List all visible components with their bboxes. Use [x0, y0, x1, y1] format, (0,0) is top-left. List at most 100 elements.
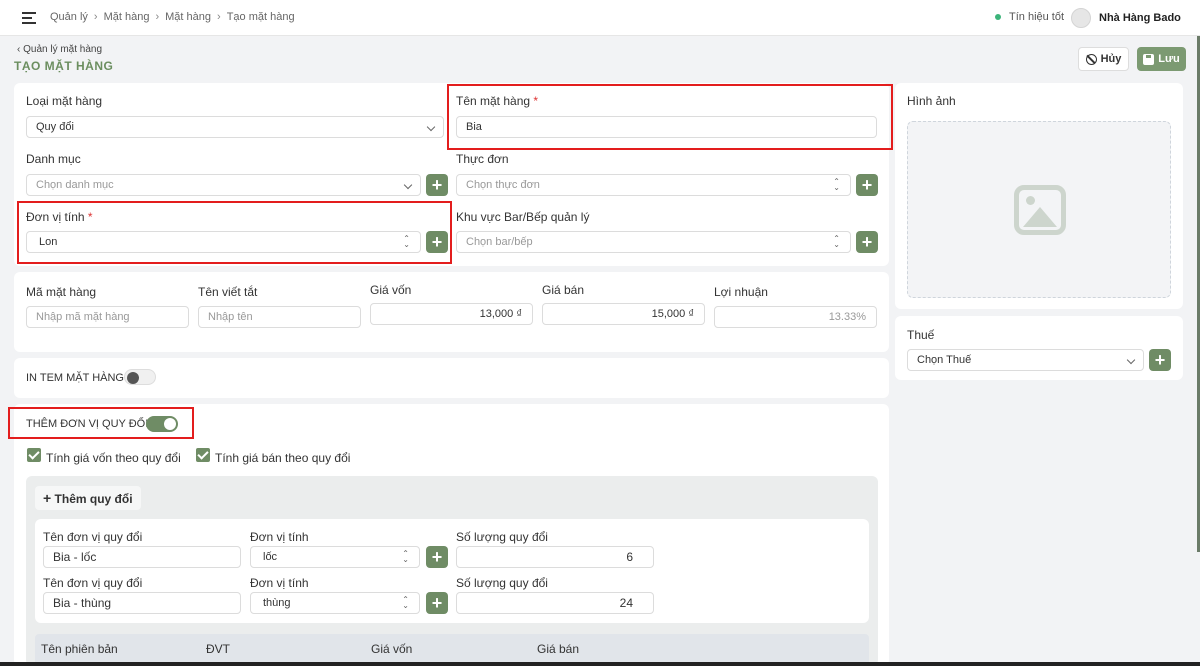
top-bar: Quản lý › Mặt hàng › Mặt hàng › Tạo mặt …	[0, 0, 1200, 36]
menu-select[interactable]: Chọn thực đơn ⌃ ⌄	[456, 174, 851, 196]
plus-icon: +	[43, 490, 52, 506]
add-category-button[interactable]: +	[426, 174, 448, 196]
breadcrumb-item[interactable]: Mặt hàng	[165, 11, 211, 23]
profit-value: 13.33%	[828, 311, 866, 323]
calc-cost-checkbox[interactable]	[27, 448, 41, 462]
add-bar-button[interactable]: +	[856, 231, 878, 253]
item-type-label: Loại mặt hàng	[26, 94, 103, 108]
highlight-box	[17, 201, 452, 264]
profit-label: Lợi nhuận	[714, 285, 768, 299]
toggle-knob	[127, 372, 139, 384]
cancel-button[interactable]: Hủy	[1078, 47, 1129, 71]
breadcrumb: Quản lý › Mặt hàng › Mặt hàng › Tạo mặt …	[50, 11, 295, 23]
image-label: Hình ảnh	[907, 94, 956, 108]
store-menu[interactable]: Nhà Hàng Bado	[1071, 8, 1181, 28]
bar-select[interactable]: Chọn bar/bếp ⌃ ⌄	[456, 231, 851, 253]
conv-qty-label: Số lượng quy đổi	[456, 576, 548, 590]
conv-name-label: Tên đơn vị quy đổi	[43, 530, 143, 544]
conv-name-input[interactable]: Bia - lốc	[43, 546, 241, 568]
conv-qty-value: 6	[626, 550, 633, 564]
conv-qty-value: 24	[619, 596, 633, 610]
category-label: Danh mục	[26, 152, 81, 166]
price-input[interactable]: 15,000 ₫	[542, 303, 705, 325]
conv-unit-label: Đơn vị tính	[250, 530, 309, 544]
add-tax-button[interactable]: +	[1149, 349, 1171, 371]
ban-icon	[1085, 53, 1097, 65]
conv-unit-value: lốc	[263, 551, 278, 563]
item-type-select[interactable]: Quy đổi	[26, 116, 444, 138]
store-name: Nhà Hàng Bado	[1099, 12, 1181, 24]
conv-qty-label: Số lượng quy đổi	[456, 530, 548, 544]
table-header-cell: Giá vốn	[371, 642, 413, 656]
category-select[interactable]: Chọn danh mục	[26, 174, 421, 196]
cost-label: Giá vốn	[370, 283, 412, 297]
short-name-input[interactable]: Nhập tên	[198, 306, 361, 328]
bar-placeholder: Chọn bar/bếp	[466, 236, 533, 248]
back-link[interactable]: ‹ Quản lý mặt hàng	[17, 44, 102, 55]
status-dot-icon	[995, 14, 1001, 20]
tax-placeholder: Chọn Thuế	[917, 354, 972, 366]
back-link-label: Quản lý mặt hàng	[23, 44, 103, 55]
updown-icon: ⌃ ⌄	[402, 549, 409, 564]
menu-placeholder: Chọn thực đơn	[466, 179, 540, 191]
tax-label: Thuế	[907, 328, 935, 342]
bar-label: Khu vực Bar/Bếp quản lý	[456, 210, 590, 224]
add-conversion-button[interactable]: + Thêm quy đổi	[35, 486, 141, 510]
short-name-label: Tên viết tắt	[198, 285, 258, 299]
add-conv-unit-button[interactable]: +	[426, 546, 448, 568]
chevron-down-icon	[403, 180, 413, 190]
table-header-cell: Tên phiên bản	[41, 642, 118, 656]
image-upload[interactable]	[907, 121, 1171, 298]
conv-name-input[interactable]: Bia - thùng	[43, 592, 241, 614]
price-value: 15,000 ₫	[651, 308, 694, 320]
print-label-toggle[interactable]	[124, 369, 156, 385]
cost-value: 13,000 ₫	[479, 308, 522, 320]
highlight-box	[447, 84, 893, 150]
add-conv-unit-button[interactable]: +	[426, 592, 448, 614]
chevron-down-icon	[1126, 355, 1136, 365]
save-icon	[1143, 53, 1155, 65]
updown-icon: ⌃ ⌄	[833, 234, 840, 249]
code-input[interactable]: Nhập mã mặt hàng	[26, 306, 189, 328]
conv-unit-select[interactable]: thùng ⌃ ⌄	[250, 592, 420, 614]
save-button-label: Lưu	[1158, 53, 1180, 65]
breadcrumb-item[interactable]: Mặt hàng	[104, 11, 150, 23]
category-placeholder: Chọn danh mục	[36, 179, 114, 191]
highlight-box	[8, 407, 194, 439]
breadcrumb-item[interactable]: Quản lý	[50, 11, 88, 23]
save-button[interactable]: Lưu	[1137, 47, 1186, 71]
signal-text: Tín hiệu tốt	[1009, 11, 1065, 23]
conv-unit-value: thùng	[263, 597, 291, 609]
menu-icon[interactable]	[22, 12, 36, 24]
conv-unit-select[interactable]: lốc ⌃ ⌄	[250, 546, 420, 568]
print-label-text: IN TEM MẶT HÀNG	[26, 372, 124, 384]
short-name-placeholder: Nhập tên	[208, 311, 253, 323]
add-conversion-button-label: Thêm quy đổi	[54, 492, 133, 506]
tax-select[interactable]: Chọn Thuế	[907, 349, 1144, 371]
conv-name-value: Bia - thùng	[53, 596, 112, 610]
table-header-cell: Giá bán	[537, 642, 580, 656]
calc-price-label: Tính giá bán theo quy đổi	[215, 451, 351, 465]
window-bottom-edge	[0, 662, 1200, 666]
calc-price-checkbox[interactable]	[196, 448, 210, 462]
code-label: Mã mặt hàng	[26, 285, 97, 299]
profit-field: 13.33%	[714, 306, 877, 328]
chevron-right-icon: ›	[93, 11, 98, 23]
variant-table-header: Tên phiên bản ĐVT Giá vốn Giá bán	[35, 634, 869, 664]
add-menu-button[interactable]: +	[856, 174, 878, 196]
breadcrumb-item-current: Tạo mặt hàng	[226, 11, 295, 23]
conv-unit-label: Đơn vị tính	[250, 576, 309, 590]
conv-qty-input[interactable]: 6	[456, 546, 654, 568]
price-label: Giá bán	[542, 283, 585, 297]
chevron-right-icon: ›	[217, 11, 221, 23]
conv-qty-input[interactable]: 24	[456, 592, 654, 614]
signal-status: Tín hiệu tốt	[995, 11, 1064, 23]
calc-cost-label: Tính giá vốn theo quy đổi	[46, 451, 181, 465]
item-type-value: Quy đổi	[36, 121, 74, 133]
cost-input[interactable]: 13,000 ₫	[370, 303, 533, 325]
code-placeholder: Nhập mã mặt hàng	[36, 311, 130, 323]
chevron-down-icon	[426, 122, 436, 132]
cancel-button-label: Hủy	[1100, 53, 1122, 65]
conv-name-label: Tên đơn vị quy đổi	[43, 576, 143, 590]
chevron-right-icon: ›	[155, 11, 160, 23]
